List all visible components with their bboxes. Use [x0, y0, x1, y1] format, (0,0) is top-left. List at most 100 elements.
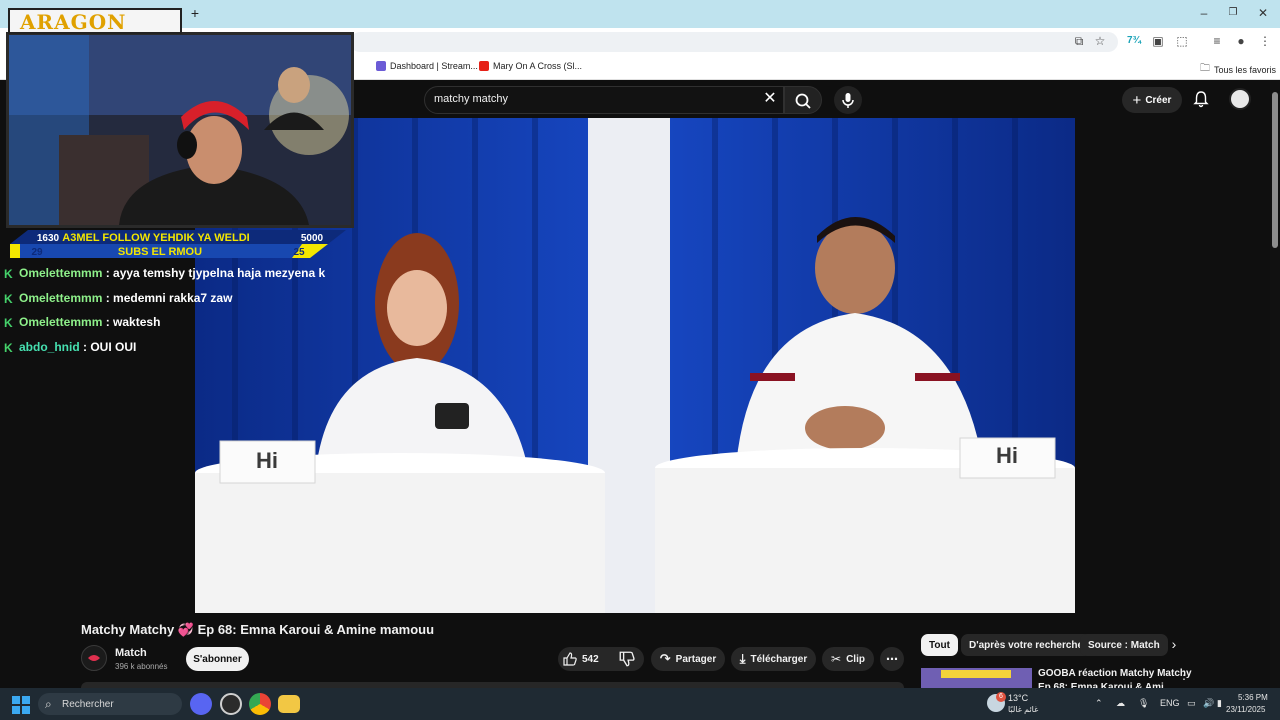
cloud-icon[interactable]: ☁ — [1116, 698, 1125, 709]
battery-icon[interactable]: ▮ — [1217, 698, 1222, 709]
close-window-icon[interactable]: ✕ — [1256, 6, 1270, 20]
network-icon[interactable]: ▭ — [1187, 698, 1196, 709]
channel-logo-icon — [88, 655, 100, 661]
webcam-feed — [9, 35, 351, 225]
channel-avatar[interactable] — [81, 645, 107, 671]
puzzle-icon[interactable]: ⬚ — [1175, 34, 1189, 48]
subs-count-left: 29 — [31, 247, 43, 258]
like-button[interactable]: 542 — [562, 649, 606, 669]
recommendation-menu-icon[interactable]: ⋮ — [1178, 668, 1190, 684]
search-query: matchy matchy — [434, 93, 508, 105]
bookmark-label: Dashboard | Stream... — [390, 61, 478, 71]
channel-subscribers: 396 k abonnés — [115, 662, 168, 671]
search-button[interactable] — [784, 86, 822, 114]
star-icon[interactable]: ☆ — [1093, 34, 1107, 48]
mic-tray-icon[interactable]: 🎙 — [1138, 698, 1149, 709]
tray-chevron-icon[interactable]: ⌃ — [1095, 698, 1103, 709]
new-tab-button[interactable]: + — [188, 5, 202, 21]
bookmark-label: Tous les favoris — [1214, 64, 1277, 75]
taskbar-search-label: Rechercher — [62, 698, 114, 710]
clip-label: Clip — [846, 653, 865, 665]
file-explorer-icon[interactable] — [278, 695, 300, 713]
bookmark-dashboard[interactable]: Dashboard | Stream... — [376, 61, 478, 71]
voice-search-button[interactable] — [834, 86, 862, 114]
clip-button[interactable]: ✂ Clip — [822, 647, 874, 671]
download-button[interactable]: ⤓ Télécharger — [731, 647, 816, 671]
chat-message: K Omelettemmm : waktesh — [4, 315, 160, 330]
scissors-icon: ✂ — [831, 652, 842, 666]
start-button[interactable] — [12, 696, 30, 714]
notifications-button[interactable] — [1192, 90, 1210, 108]
follow-goal-text: A3MEL FOLLOW YEHDIK YA WELDI — [62, 232, 249, 244]
address-bar[interactable] — [350, 32, 1118, 52]
bookmark-all-favorites[interactable]: 🗀 Tous les favoris — [1200, 61, 1276, 78]
streamlabs-icon — [376, 61, 386, 71]
chat-username: Omelettemmm — [19, 315, 103, 329]
chat-message: K abdo_hnid : OUI OUI — [4, 340, 137, 355]
weather-description: غائم غالبًا — [1008, 705, 1039, 714]
clock-date[interactable]: 23/11/2025 — [1226, 705, 1265, 714]
minimize-icon[interactable]: – — [1197, 6, 1211, 20]
chip-recommended[interactable]: D'après votre recherche — [961, 634, 1092, 656]
follow-count-right: 5000 — [301, 233, 324, 244]
search-icon: ⌕ — [45, 697, 52, 711]
create-label: Créer — [1145, 94, 1172, 106]
chat-username: Omelettemmm — [19, 291, 103, 305]
scrollbar-thumb[interactable] — [1272, 92, 1278, 248]
subscribe-button[interactable]: S'abonner — [186, 647, 249, 671]
chat-text: : ayya temshy tjypelna haja mezyena k — [102, 266, 326, 280]
create-button[interactable]: + Créer — [1122, 87, 1182, 113]
webcam-overlay — [6, 32, 354, 228]
dislike-button[interactable] — [618, 649, 638, 669]
recommended-thumbnail[interactable] — [921, 668, 1032, 688]
thumbs-up-icon — [563, 652, 577, 666]
follow-count-left: 1630 — [37, 233, 60, 244]
subs-goal-text: SUBS EL RMOU — [118, 246, 202, 258]
chat-text: : OUI OUI — [79, 340, 137, 354]
like-count: 542 — [582, 653, 599, 665]
account-avatar[interactable] — [1229, 88, 1251, 110]
chip-source[interactable]: Source : Match — [1080, 634, 1168, 656]
folder-icon: 🗀 — [1200, 63, 1210, 74]
chat-text: : medemni rakka7 zaw — [102, 291, 233, 305]
clear-search-icon[interactable]: ✕ — [762, 90, 778, 108]
profile-icon[interactable]: ● — [1234, 34, 1248, 48]
bookmark-mary-on-a-cross[interactable]: Mary On A Cross (Sl... — [479, 61, 582, 71]
thumbs-down-icon — [619, 651, 635, 667]
subs-count-right: 25 — [293, 247, 305, 258]
more-actions-button[interactable]: ⋯ — [880, 647, 904, 671]
obs-icon[interactable] — [220, 693, 242, 715]
extension-icon[interactable]: ▣ — [1151, 34, 1165, 48]
volume-icon[interactable]: 🔊 — [1203, 698, 1214, 709]
windows-logo-icon — [12, 696, 30, 714]
video-title: Matchy Matchy 💞 Ep 68: Emna Karoui & Ami… — [81, 622, 435, 637]
taskbar-search[interactable]: Rechercher — [38, 693, 182, 715]
chat-message: K Omelettemmm : medemni rakka7 zaw — [4, 291, 233, 306]
channel-name[interactable]: Match — [115, 647, 147, 659]
share-label: Partager — [675, 653, 717, 665]
chat-username: Omelettemmm — [19, 266, 103, 280]
menu-dots-icon[interactable]: ⋮ — [1258, 34, 1272, 48]
plus-icon: + — [1132, 91, 1142, 109]
follow-goal-bar: 1630 A3MEL FOLLOW YEHDIK YA WELDI 5000 2… — [0, 230, 346, 258]
chevron-right-icon[interactable]: › — [1166, 636, 1182, 654]
chip-all[interactable]: Tout — [921, 634, 958, 656]
kick-icon: K — [4, 316, 13, 330]
kick-icon: K — [4, 267, 13, 281]
chat-username: abdo_hnid — [19, 340, 80, 354]
cast-icon[interactable]: ⧉ — [1072, 34, 1086, 48]
share-button[interactable]: ↷ Partager — [651, 647, 725, 671]
kick-icon: K — [4, 292, 13, 306]
clock-time[interactable]: 5:36 PM — [1238, 693, 1268, 702]
discord-icon[interactable] — [190, 693, 212, 715]
share-icon: ↷ — [659, 651, 671, 666]
chat-message: K Omelettemmm : ayya temshy tjypelna haj… — [4, 266, 326, 281]
chrome-icon[interactable] — [249, 693, 271, 715]
language-indicator[interactable]: ENG — [1160, 698, 1180, 708]
media-control-icon[interactable]: ≡ — [1210, 34, 1224, 48]
translate-extension-icon[interactable]: 7¾ — [1127, 34, 1141, 48]
weather-temperature: 13°C — [1008, 693, 1029, 703]
more-icon: ⋯ — [886, 652, 898, 666]
restore-icon[interactable]: ❐ — [1226, 6, 1240, 20]
recommended-title[interactable]: GOOBA réaction Matchy Matchy — [1038, 668, 1192, 679]
